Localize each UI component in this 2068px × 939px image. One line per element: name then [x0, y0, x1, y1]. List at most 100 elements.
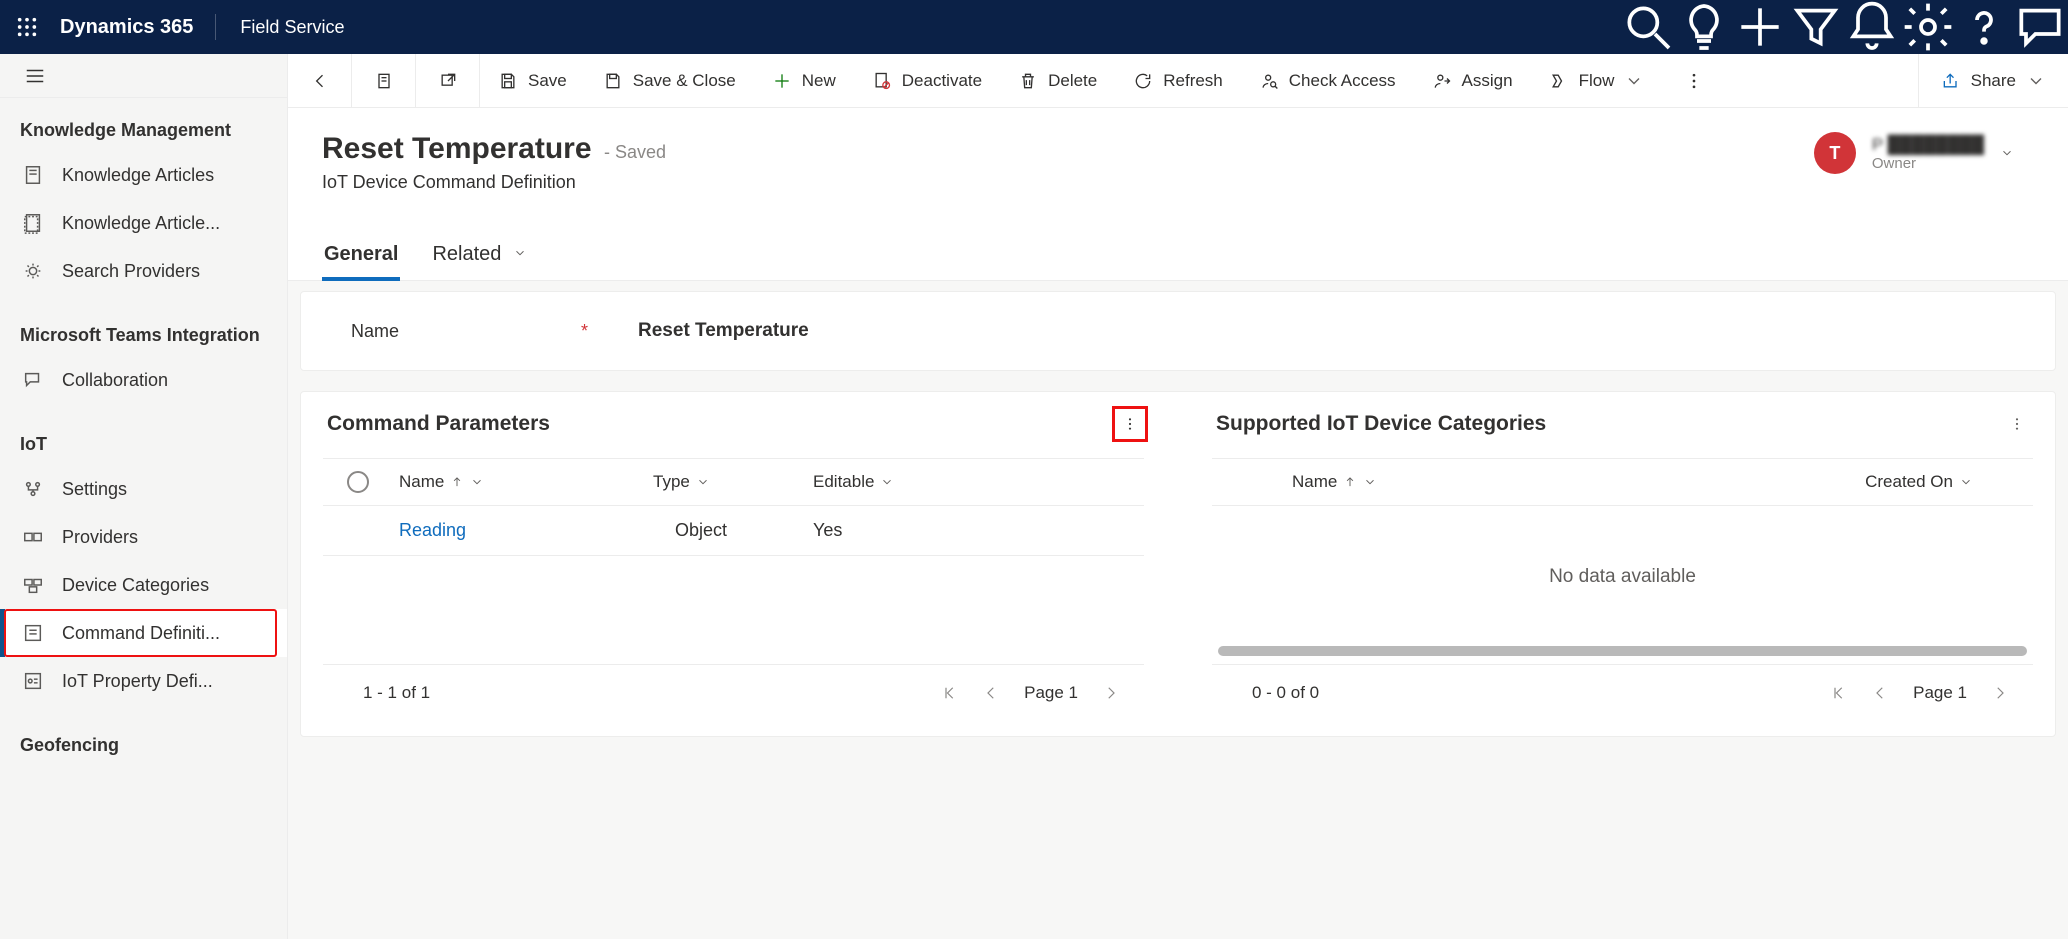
search-icon[interactable] [1620, 0, 1676, 54]
record-title: Reset Temperature [322, 132, 592, 165]
command-parameters-panel: Command Parameters Name Type [301, 392, 1166, 736]
new-button[interactable]: New [754, 54, 854, 107]
field-value-name[interactable]: Reset Temperature [638, 320, 809, 342]
column-header-name[interactable]: Name [393, 472, 653, 492]
field-label-name: Name [351, 321, 551, 342]
column-label: Name [399, 472, 444, 492]
side-navigation: Knowledge Management Knowledge Articles … [0, 54, 288, 939]
check-access-button[interactable]: Check Access [1241, 54, 1414, 107]
column-header-created[interactable]: Created On [1692, 472, 2033, 492]
nav-iot-property-definitions[interactable]: IoT Property Defi... [0, 657, 287, 705]
panel-title: Command Parameters [327, 412, 1144, 436]
filter-icon[interactable] [1788, 0, 1844, 54]
nav-iot-settings[interactable]: Settings [0, 465, 287, 513]
owner-block[interactable]: T P ████████ Owner [1814, 132, 2014, 174]
chevron-down-icon [696, 475, 710, 489]
form-selector-button[interactable] [352, 54, 416, 107]
owner-name: P ████████ [1872, 135, 1984, 155]
assign-button[interactable]: Assign [1414, 54, 1531, 107]
share-button[interactable]: Share [1918, 54, 2068, 107]
record-header: Reset Temperature - Saved IoT Device Com… [288, 108, 2068, 203]
assistant-icon[interactable] [2012, 0, 2068, 54]
chevron-down-icon [1959, 475, 1973, 489]
column-header-editable[interactable]: Editable [813, 472, 973, 492]
grid-header: Name Created On [1212, 458, 2033, 506]
chevron-down-icon[interactable] [2000, 146, 2014, 160]
nav-search-providers[interactable]: Search Providers [0, 247, 287, 295]
button-label: Deactivate [902, 71, 982, 91]
kebab-icon [2009, 416, 2025, 432]
button-label: Refresh [1163, 71, 1223, 91]
next-page-icon[interactable] [1991, 684, 2009, 702]
page-label: Page 1 [1024, 683, 1078, 703]
nav-knowledge-articles[interactable]: Knowledge Articles [0, 151, 287, 199]
first-page-icon[interactable] [1829, 684, 1847, 702]
main-content: Save Save & Close New Deactivate Delete … [288, 54, 2068, 939]
save-button[interactable]: Save [480, 54, 585, 107]
form-body: Name * Reset Temperature Command Paramet… [288, 281, 2068, 939]
row-name-link[interactable]: Reading [393, 520, 653, 541]
row-type: Object [653, 520, 813, 541]
record-saved-state: - Saved [604, 142, 666, 162]
app-launcher-icon[interactable] [0, 16, 54, 38]
grid-row[interactable]: Reading Object Yes [323, 506, 1144, 556]
app-name-label[interactable]: Field Service [216, 17, 368, 38]
nav-item-label: Knowledge Article... [62, 213, 220, 234]
sort-asc-icon [450, 475, 464, 489]
nav-section-knowledge: Knowledge Management [0, 98, 287, 151]
nav-section-iot: IoT [0, 404, 287, 465]
pager: Page 1 [1829, 683, 2009, 703]
column-label: Created On [1865, 472, 1953, 492]
brand-label[interactable]: Dynamics 365 [54, 16, 215, 39]
kebab-icon[interactable] [1122, 416, 1138, 432]
select-all-checkbox[interactable] [347, 471, 369, 493]
panel-title: Supported IoT Device Categories [1216, 412, 2033, 436]
overflow-button[interactable] [1662, 54, 1726, 107]
column-label: Type [653, 472, 690, 492]
first-page-icon[interactable] [940, 684, 958, 702]
button-label: Share [1971, 71, 2016, 91]
chevron-down-icon [880, 475, 894, 489]
grid-header: Name Type Editable [323, 458, 1144, 506]
button-label: Assign [1462, 71, 1513, 91]
nav-section-geofencing: Geofencing [0, 705, 287, 766]
column-header-name[interactable]: Name [1212, 472, 1692, 492]
nav-knowledge-article-templates[interactable]: Knowledge Article... [0, 199, 287, 247]
next-page-icon[interactable] [1102, 684, 1120, 702]
lightbulb-icon[interactable] [1676, 0, 1732, 54]
delete-button[interactable]: Delete [1000, 54, 1115, 107]
owner-label: Owner [1872, 155, 1984, 172]
save-close-button[interactable]: Save & Close [585, 54, 754, 107]
deactivate-button[interactable]: Deactivate [854, 54, 1000, 107]
tab-label: General [324, 243, 398, 265]
nav-collapse-button[interactable] [0, 54, 287, 98]
button-label: Delete [1048, 71, 1097, 91]
refresh-button[interactable]: Refresh [1115, 54, 1241, 107]
tab-related[interactable]: Related [430, 233, 529, 280]
help-icon[interactable] [1956, 0, 2012, 54]
panel-more-button[interactable] [2003, 410, 2031, 438]
open-in-new-button[interactable] [416, 54, 480, 107]
nav-item-label: Device Categories [62, 575, 209, 596]
nav-device-categories[interactable]: Device Categories [0, 561, 287, 609]
form-tabs: General Related [288, 233, 2068, 281]
tab-general[interactable]: General [322, 233, 400, 280]
bell-icon[interactable] [1844, 0, 1900, 54]
plus-icon[interactable] [1732, 0, 1788, 54]
nav-iot-providers[interactable]: Providers [0, 513, 287, 561]
nav-command-definitions[interactable]: Command Definiti... [0, 609, 287, 657]
prev-page-icon[interactable] [982, 684, 1000, 702]
nav-item-label: Knowledge Articles [62, 165, 214, 186]
empty-state-text: No data available [1212, 506, 2033, 628]
nav-collaboration[interactable]: Collaboration [0, 356, 287, 404]
gear-icon[interactable] [1900, 0, 1956, 54]
chevron-down-icon [470, 475, 484, 489]
column-header-type[interactable]: Type [653, 472, 813, 492]
flow-button[interactable]: Flow [1531, 54, 1663, 107]
command-bar: Save Save & Close New Deactivate Delete … [288, 54, 2068, 108]
horizontal-scrollbar[interactable] [1218, 646, 2027, 656]
nav-item-label: Collaboration [62, 370, 168, 391]
back-button[interactable] [288, 54, 352, 107]
prev-page-icon[interactable] [1871, 684, 1889, 702]
button-label: Save & Close [633, 71, 736, 91]
